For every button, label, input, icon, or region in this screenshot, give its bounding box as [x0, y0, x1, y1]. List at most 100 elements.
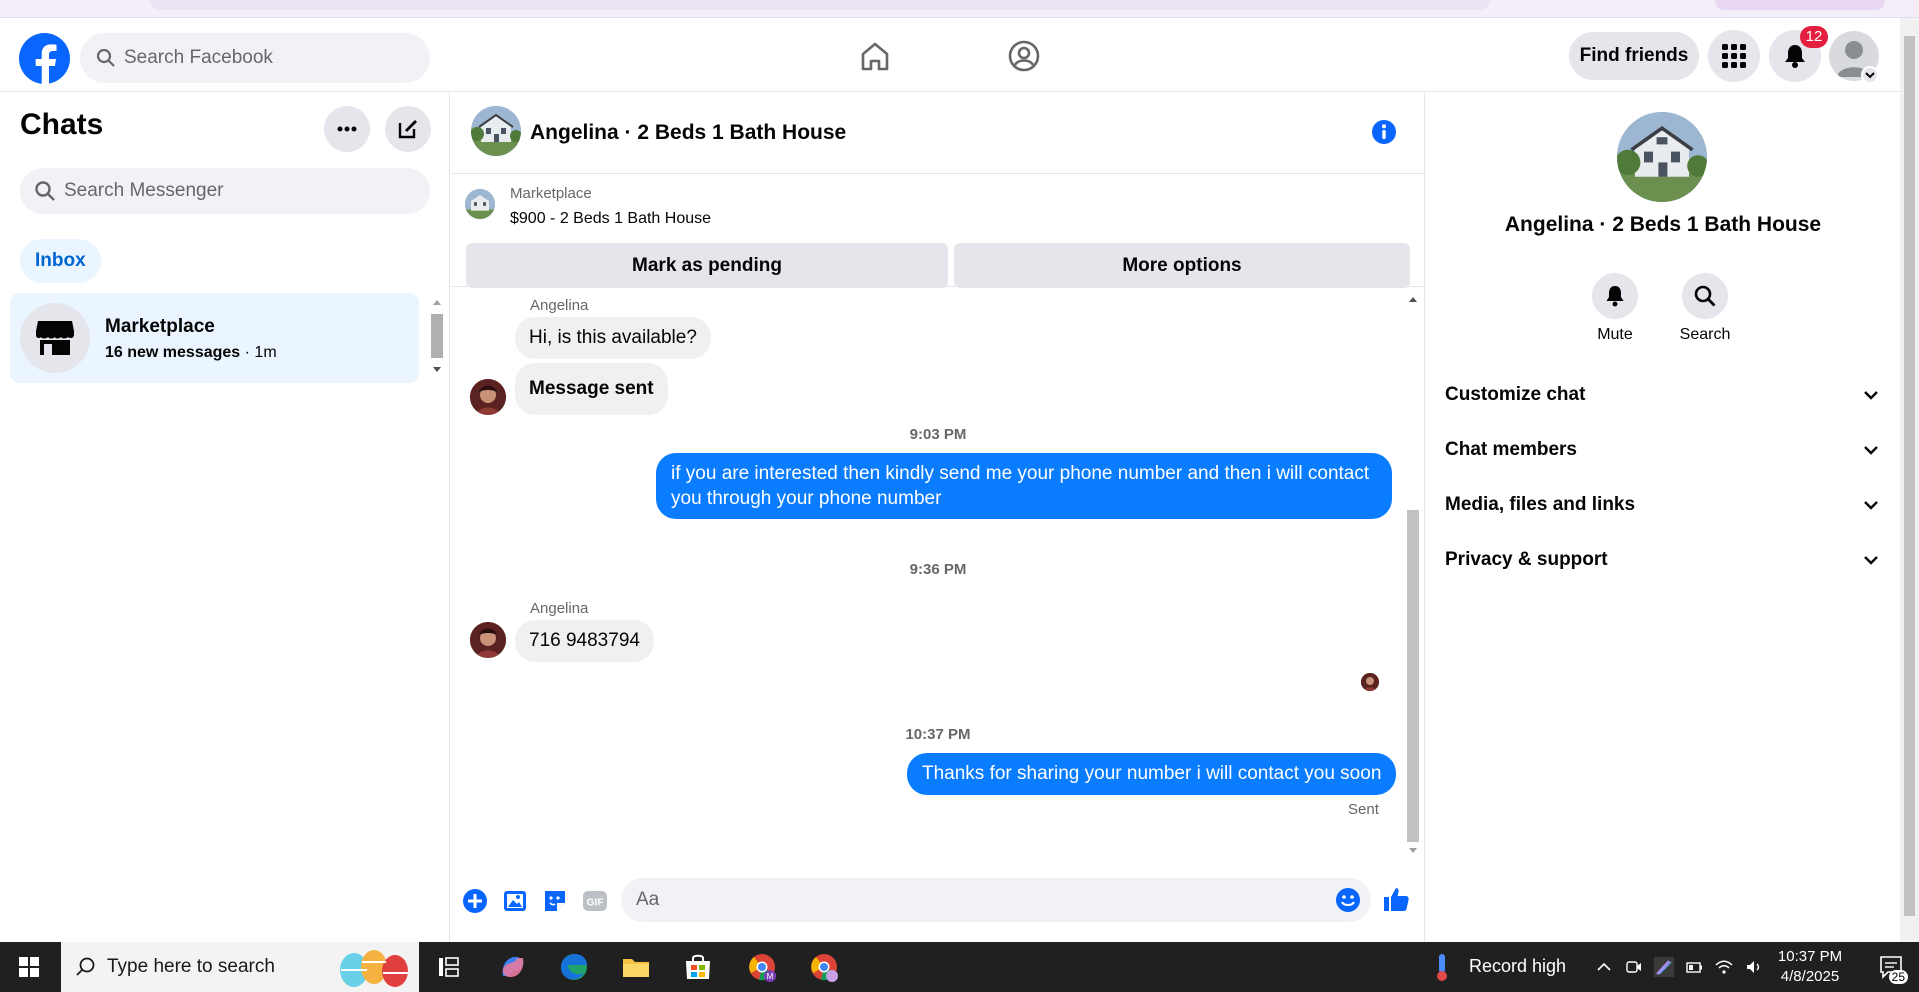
copilot-icon[interactable]	[495, 950, 531, 984]
taskbar-clock[interactable]: 10:37 PM 4/8/2025	[1760, 947, 1860, 987]
messenger-search-input[interactable]	[64, 168, 414, 214]
more-dots-icon	[337, 126, 357, 132]
message-input[interactable]	[621, 878, 1371, 922]
message-bubble-outgoing[interactable]: Thanks for sharing your number i will co…	[907, 753, 1397, 795]
scroll-up-icon[interactable]	[430, 297, 444, 307]
clock-date: 4/8/2025	[1780, 968, 1840, 985]
scroll-up-icon[interactable]	[1403, 294, 1423, 304]
info-icon[interactable]	[1371, 119, 1397, 145]
chevron-down-icon	[1864, 556, 1878, 565]
chat-item-preview: 16 new messages · 1m	[105, 344, 277, 361]
seen-receipt-avatar	[1361, 673, 1379, 691]
search-in-conversation-button[interactable]	[1682, 273, 1728, 319]
store-icon	[36, 321, 74, 355]
angelina-avatar[interactable]	[470, 379, 506, 415]
house-profile-photo[interactable]	[1617, 112, 1707, 202]
house-avatar[interactable]	[471, 106, 521, 156]
battery-icon[interactable]	[1684, 957, 1704, 977]
groups-icon[interactable]	[1004, 36, 1044, 76]
timestamp: 9:03 PM	[909, 426, 967, 443]
thread-scrollbar[interactable]	[1403, 290, 1423, 860]
browser-tab-strip	[0, 0, 1919, 18]
sidebar-scrollbar[interactable]	[430, 297, 444, 377]
notification-center-button[interactable]: 25	[1878, 954, 1908, 984]
bell-icon	[1606, 286, 1624, 307]
message-bubble-outgoing[interactable]: if you are interested then kindly send m…	[656, 453, 1392, 519]
message-composer: GIF	[451, 872, 1425, 932]
show-hidden-icons-icon[interactable]	[1594, 957, 1614, 977]
more-options-button[interactable]: More options	[954, 243, 1410, 288]
facebook-top-nav: Find friends 12	[0, 18, 1900, 92]
bell-icon	[1785, 45, 1805, 68]
easter-eggs-icon[interactable]	[329, 942, 419, 992]
chevron-down-icon	[1864, 501, 1878, 510]
search-icon	[1694, 285, 1716, 307]
chrome-profile-icon[interactable]: M	[744, 950, 780, 984]
thumbs-up-icon[interactable]	[1381, 884, 1411, 914]
facebook-logo-icon[interactable]	[19, 33, 70, 84]
windows-taskbar: M Record high 10:37 PM 4/8/2025 25	[0, 942, 1919, 992]
meet-icon[interactable]	[1624, 957, 1644, 977]
info-panel-name: Angelina · 2 Beds 1 Bath House	[1504, 213, 1822, 236]
customize-chat-section[interactable]: Customize chat	[1445, 372, 1882, 416]
chats-sidebar: Chats Inbox Marketplace 16 new messages …	[0, 92, 450, 942]
file-explorer-icon[interactable]	[618, 950, 654, 984]
message-bubble-incoming[interactable]: 716 9483794	[515, 620, 654, 662]
chat-options-button[interactable]	[324, 106, 370, 152]
home-icon[interactable]	[855, 36, 895, 76]
new-message-button[interactable]	[385, 106, 431, 152]
find-friends-button[interactable]: Find friends	[1569, 32, 1699, 80]
taskbar-search[interactable]	[61, 942, 419, 992]
angelina-avatar[interactable]	[470, 622, 506, 658]
conversation-info-panel: Angelina · 2 Beds 1 Bath House Mute Sear…	[1426, 92, 1900, 942]
listing-title[interactable]: $900 - 2 Beds 1 Bath House	[510, 210, 711, 228]
search-icon	[35, 181, 55, 201]
message-status: Sent	[1348, 801, 1379, 818]
privacy-support-section[interactable]: Privacy & support	[1445, 537, 1882, 581]
timestamp: 10:37 PM	[905, 726, 971, 743]
chevron-down-icon[interactable]	[1861, 66, 1879, 84]
chats-title: Chats	[20, 108, 104, 141]
listing-thumbnail[interactable]	[465, 189, 495, 219]
plus-circle-icon[interactable]	[460, 886, 490, 916]
windows-start-icon[interactable]	[0, 942, 58, 992]
menu-button[interactable]	[1708, 30, 1760, 82]
page-scrollbar[interactable]	[1900, 18, 1919, 942]
task-view-icon[interactable]	[432, 950, 468, 984]
taskbar-search-input[interactable]	[107, 942, 307, 992]
marketplace-avatar	[20, 303, 90, 373]
message-bubble-incoming[interactable]: Hi, is this available?	[515, 317, 711, 359]
emoji-icon[interactable]	[1333, 885, 1363, 915]
photo-icon[interactable]	[500, 886, 530, 916]
messenger-search[interactable]	[20, 168, 430, 214]
address-bar[interactable]	[150, 0, 1490, 10]
facebook-search-input[interactable]	[124, 33, 414, 83]
facebook-search[interactable]	[80, 33, 430, 83]
scroll-down-icon[interactable]	[1403, 846, 1423, 856]
gif-icon[interactable]: GIF	[580, 886, 610, 916]
section-label: Privacy & support	[1445, 549, 1608, 570]
thermometer-icon[interactable]	[1430, 951, 1454, 983]
scroll-down-icon[interactable]	[430, 365, 444, 375]
sender-name: Angelina	[530, 297, 589, 314]
tab-inbox[interactable]: Inbox	[20, 239, 101, 283]
chat-list-item[interactable]: Marketplace 16 new messages · 1m	[10, 293, 419, 383]
conversation-header: Angelina · 2 Beds 1 Bath House	[451, 92, 1425, 174]
weather-text[interactable]: Record high	[1469, 956, 1566, 977]
section-label: Media, files and links	[1445, 494, 1636, 515]
sticker-icon[interactable]	[540, 886, 570, 916]
pen-icon[interactable]	[1654, 957, 1674, 977]
microsoft-store-icon[interactable]	[680, 950, 716, 984]
section-label: Chat members	[1445, 439, 1577, 460]
browser-extension-button[interactable]	[1715, 0, 1885, 10]
conversation-title[interactable]: Angelina · 2 Beds 1 Bath House	[530, 121, 846, 145]
media-files-links-section[interactable]: Media, files and links	[1445, 482, 1882, 526]
mute-button[interactable]	[1592, 273, 1638, 319]
chrome-icon[interactable]	[806, 950, 842, 984]
message-bubble-incoming[interactable]: Message sent	[515, 363, 668, 415]
wifi-icon[interactable]	[1714, 957, 1734, 977]
chat-members-section[interactable]: Chat members	[1445, 427, 1882, 471]
clock-time: 10:37 PM	[1777, 948, 1843, 965]
edge-icon[interactable]	[556, 950, 592, 984]
mark-as-pending-button[interactable]: Mark as pending	[466, 243, 948, 288]
